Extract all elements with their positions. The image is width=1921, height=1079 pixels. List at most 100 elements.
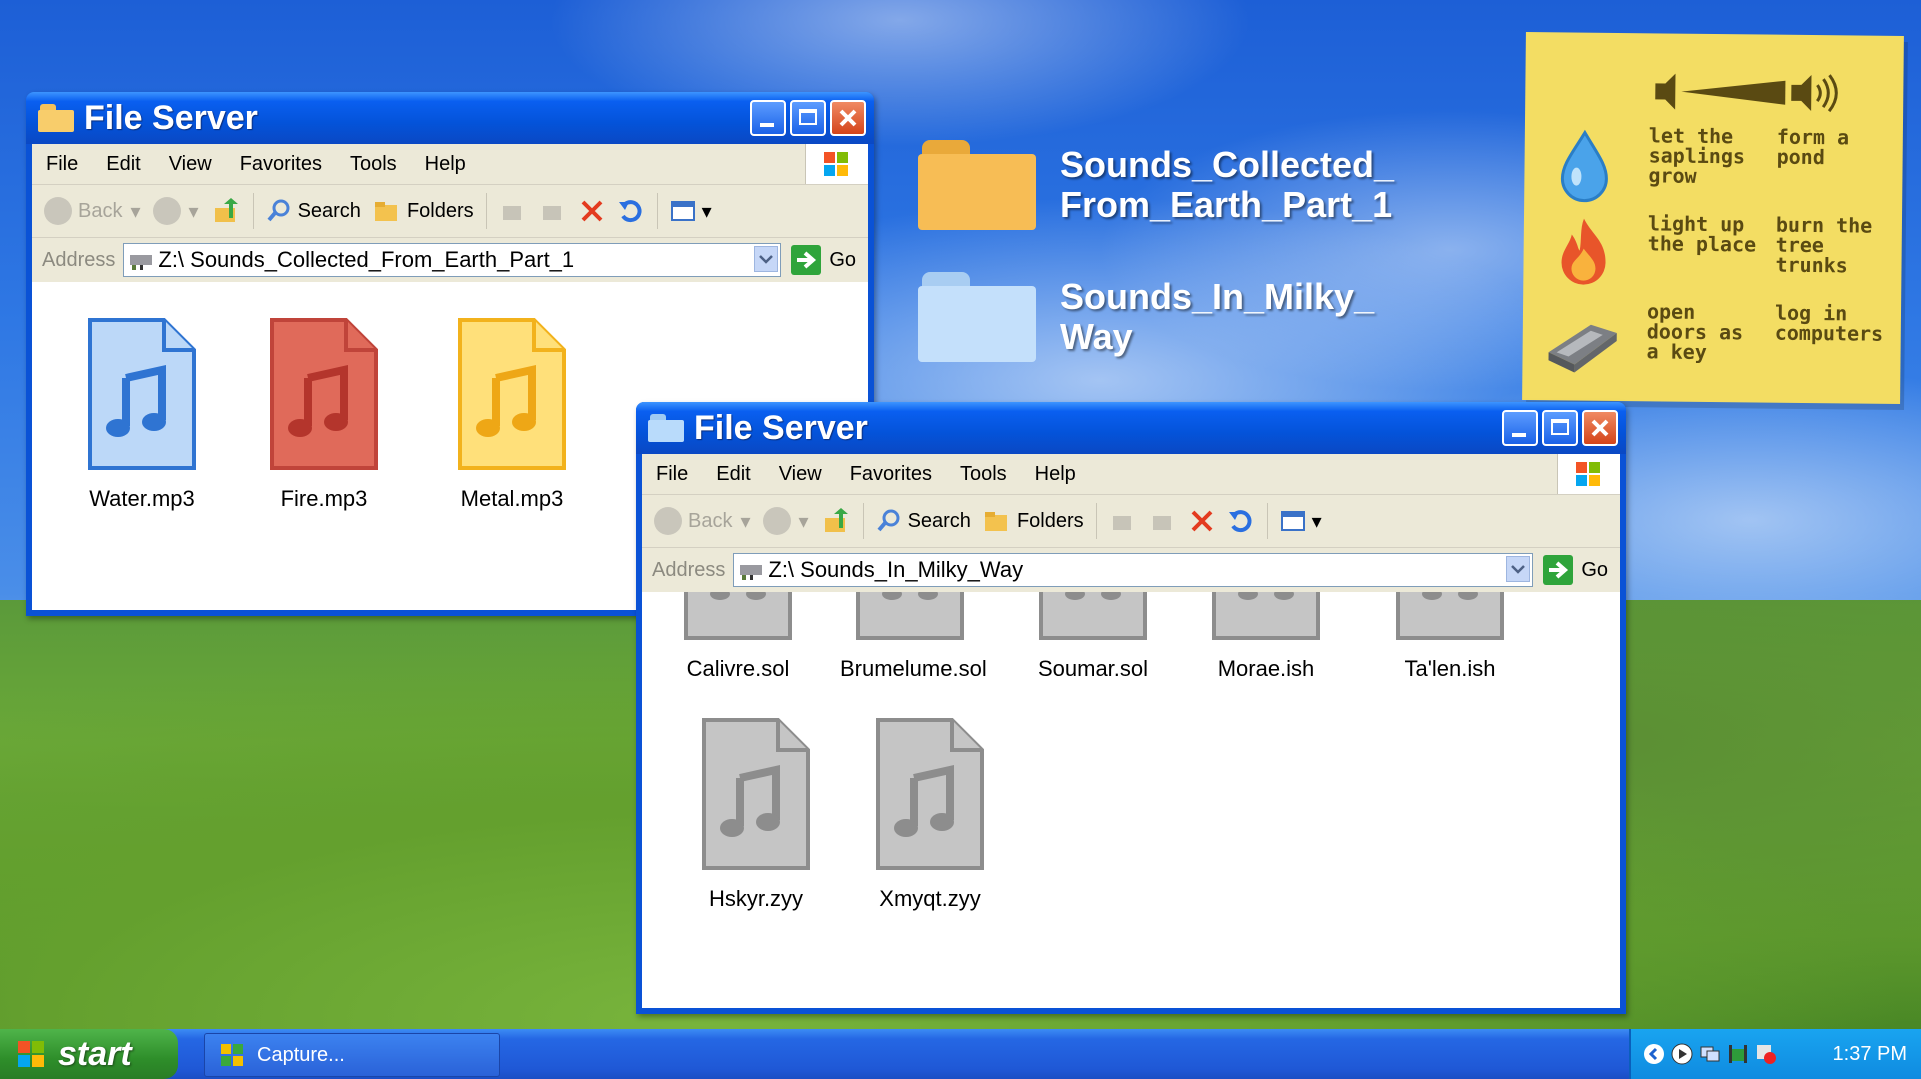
- menu-view[interactable]: View: [155, 153, 226, 176]
- close-button[interactable]: [1582, 410, 1618, 446]
- views-button[interactable]: ▾: [1280, 508, 1322, 534]
- address-input[interactable]: Z:\ Sounds_In_Milky_Way: [733, 553, 1534, 587]
- file-server-window-milky-way: File Server File Edit View Favorites Too…: [636, 402, 1626, 1014]
- menu-bar: File Edit View Favorites Tools Help: [32, 144, 868, 185]
- address-bar: Address Z:\ Sounds_Collected_From_Earth_…: [32, 238, 868, 283]
- window-title: File Server: [694, 408, 868, 447]
- forward-button[interactable]: ▾: [762, 507, 809, 535]
- menu-tools[interactable]: Tools: [946, 463, 1021, 486]
- hardware-icon[interactable]: [1727, 1043, 1749, 1065]
- windows-logo-icon: [805, 144, 868, 184]
- folder-icon: [38, 104, 74, 132]
- menu-favorites[interactable]: Favorites: [836, 463, 946, 486]
- address-input[interactable]: Z:\ Sounds_Collected_From_Earth_Part_1: [123, 243, 782, 277]
- go-button[interactable]: Go: [791, 245, 856, 275]
- file-item[interactable]: Soumar.sol: [1023, 592, 1163, 682]
- speaker-low-icon: [1655, 73, 1676, 110]
- note-text: burn the tree trunks: [1775, 212, 1873, 278]
- file-item[interactable]: Morae.ish: [1196, 592, 1336, 682]
- network-drive-icon: [128, 249, 154, 271]
- up-folder-button[interactable]: [211, 196, 241, 226]
- menu-edit[interactable]: Edit: [92, 153, 154, 176]
- address-dropdown-button[interactable]: [1506, 556, 1531, 582]
- maximize-button[interactable]: [1542, 410, 1578, 446]
- window-titlebar[interactable]: File Server: [636, 402, 1626, 454]
- menu-file[interactable]: File: [32, 153, 92, 176]
- up-folder-icon: [214, 198, 238, 222]
- file-name: Hskyr.zyy: [708, 886, 804, 911]
- file-item[interactable]: Metal.mp3: [442, 316, 582, 512]
- delete-icon: [581, 200, 603, 222]
- undo-button[interactable]: [1227, 508, 1255, 534]
- file-name: Fire.mp3: [280, 486, 368, 511]
- views-icon: [1280, 511, 1305, 531]
- back-arrow-icon: [44, 197, 72, 225]
- forward-button[interactable]: ▾: [152, 197, 199, 225]
- file-name: Soumar.sol: [1037, 656, 1149, 681]
- start-button[interactable]: start: [0, 1029, 178, 1079]
- delete-button[interactable]: [1189, 508, 1215, 534]
- folders-button[interactable]: Folders: [983, 509, 1084, 533]
- metal-bar-icon: [1542, 300, 1623, 381]
- tray-expand-icon[interactable]: [1643, 1043, 1665, 1065]
- music-file-icon: [874, 716, 986, 872]
- menu-tools[interactable]: Tools: [336, 153, 411, 176]
- desktop-folder-milky-way[interactable]: Sounds_In_Milky_ Way: [918, 272, 1420, 362]
- clock: 1:37 PM: [1832, 1042, 1907, 1065]
- undo-button[interactable]: [617, 198, 645, 224]
- file-item[interactable]: Fire.mp3: [254, 316, 394, 512]
- minimize-button[interactable]: [750, 100, 786, 136]
- security-alert-icon[interactable]: [1755, 1043, 1777, 1065]
- go-button[interactable]: Go: [1543, 555, 1608, 585]
- back-button[interactable]: Back ▾: [654, 507, 751, 535]
- file-item[interactable]: Calivre.sol: [668, 592, 808, 682]
- search-button[interactable]: Search: [266, 198, 361, 224]
- note-text: light up the place: [1647, 211, 1757, 257]
- menu-favorites[interactable]: Favorites: [226, 153, 336, 176]
- desktop-folder-earth[interactable]: Sounds_Collected_ From_Earth_Part_1: [918, 140, 1420, 230]
- up-folder-button[interactable]: [821, 506, 851, 536]
- windows-logo-icon: [18, 1041, 44, 1067]
- minimize-button[interactable]: [1502, 410, 1538, 446]
- file-item[interactable]: Hskyr.zyy: [686, 716, 826, 912]
- close-icon: [839, 109, 857, 127]
- menu-edit[interactable]: Edit: [702, 463, 764, 486]
- go-arrow-icon: [1543, 555, 1574, 585]
- folders-icon: [374, 202, 397, 221]
- menu-view[interactable]: View: [765, 463, 836, 486]
- note-text: form a pond: [1776, 124, 1850, 170]
- move-to-button[interactable]: [499, 198, 527, 224]
- close-button[interactable]: [830, 100, 866, 136]
- menu-bar: File Edit View Favorites Tools Help: [642, 454, 1620, 495]
- volume-slider[interactable]: [1651, 69, 1851, 115]
- address-bar: Address Z:\ Sounds_In_Milky_Way Go: [642, 548, 1620, 593]
- forward-arrow-icon: [152, 197, 181, 225]
- address-dropdown-button[interactable]: [754, 246, 779, 272]
- back-button[interactable]: Back ▾: [44, 197, 141, 225]
- copy-to-button[interactable]: [539, 198, 567, 224]
- delete-button[interactable]: [579, 198, 605, 224]
- file-item[interactable]: Ta'len.ish: [1380, 592, 1520, 682]
- search-icon: [877, 509, 900, 532]
- file-item[interactable]: Brumelume.sol: [840, 592, 987, 682]
- search-button[interactable]: Search: [876, 508, 971, 534]
- file-name: Calivre.sol: [686, 656, 790, 681]
- forward-arrow-icon: [762, 507, 791, 535]
- media-player-icon[interactable]: [1671, 1043, 1693, 1065]
- menu-help[interactable]: Help: [1021, 463, 1090, 486]
- views-button[interactable]: ▾: [670, 198, 712, 224]
- up-folder-icon: [824, 508, 848, 532]
- move-to-button[interactable]: [1109, 508, 1137, 534]
- menu-help[interactable]: Help: [411, 153, 480, 176]
- folders-button[interactable]: Folders: [373, 199, 474, 223]
- network-icon[interactable]: [1699, 1043, 1721, 1065]
- window-titlebar[interactable]: File Server: [26, 92, 874, 144]
- menu-file[interactable]: File: [642, 463, 702, 486]
- maximize-button[interactable]: [790, 100, 826, 136]
- move-to-icon: [502, 206, 521, 220]
- taskbar-button-capture[interactable]: Capture...: [204, 1033, 500, 1077]
- file-item[interactable]: Xmyqt.zyy: [860, 716, 1000, 912]
- copy-to-button[interactable]: [1149, 508, 1177, 534]
- file-item[interactable]: Water.mp3: [72, 316, 212, 512]
- toolbar: Back ▾ ▾ Search Folders ▾: [642, 495, 1620, 548]
